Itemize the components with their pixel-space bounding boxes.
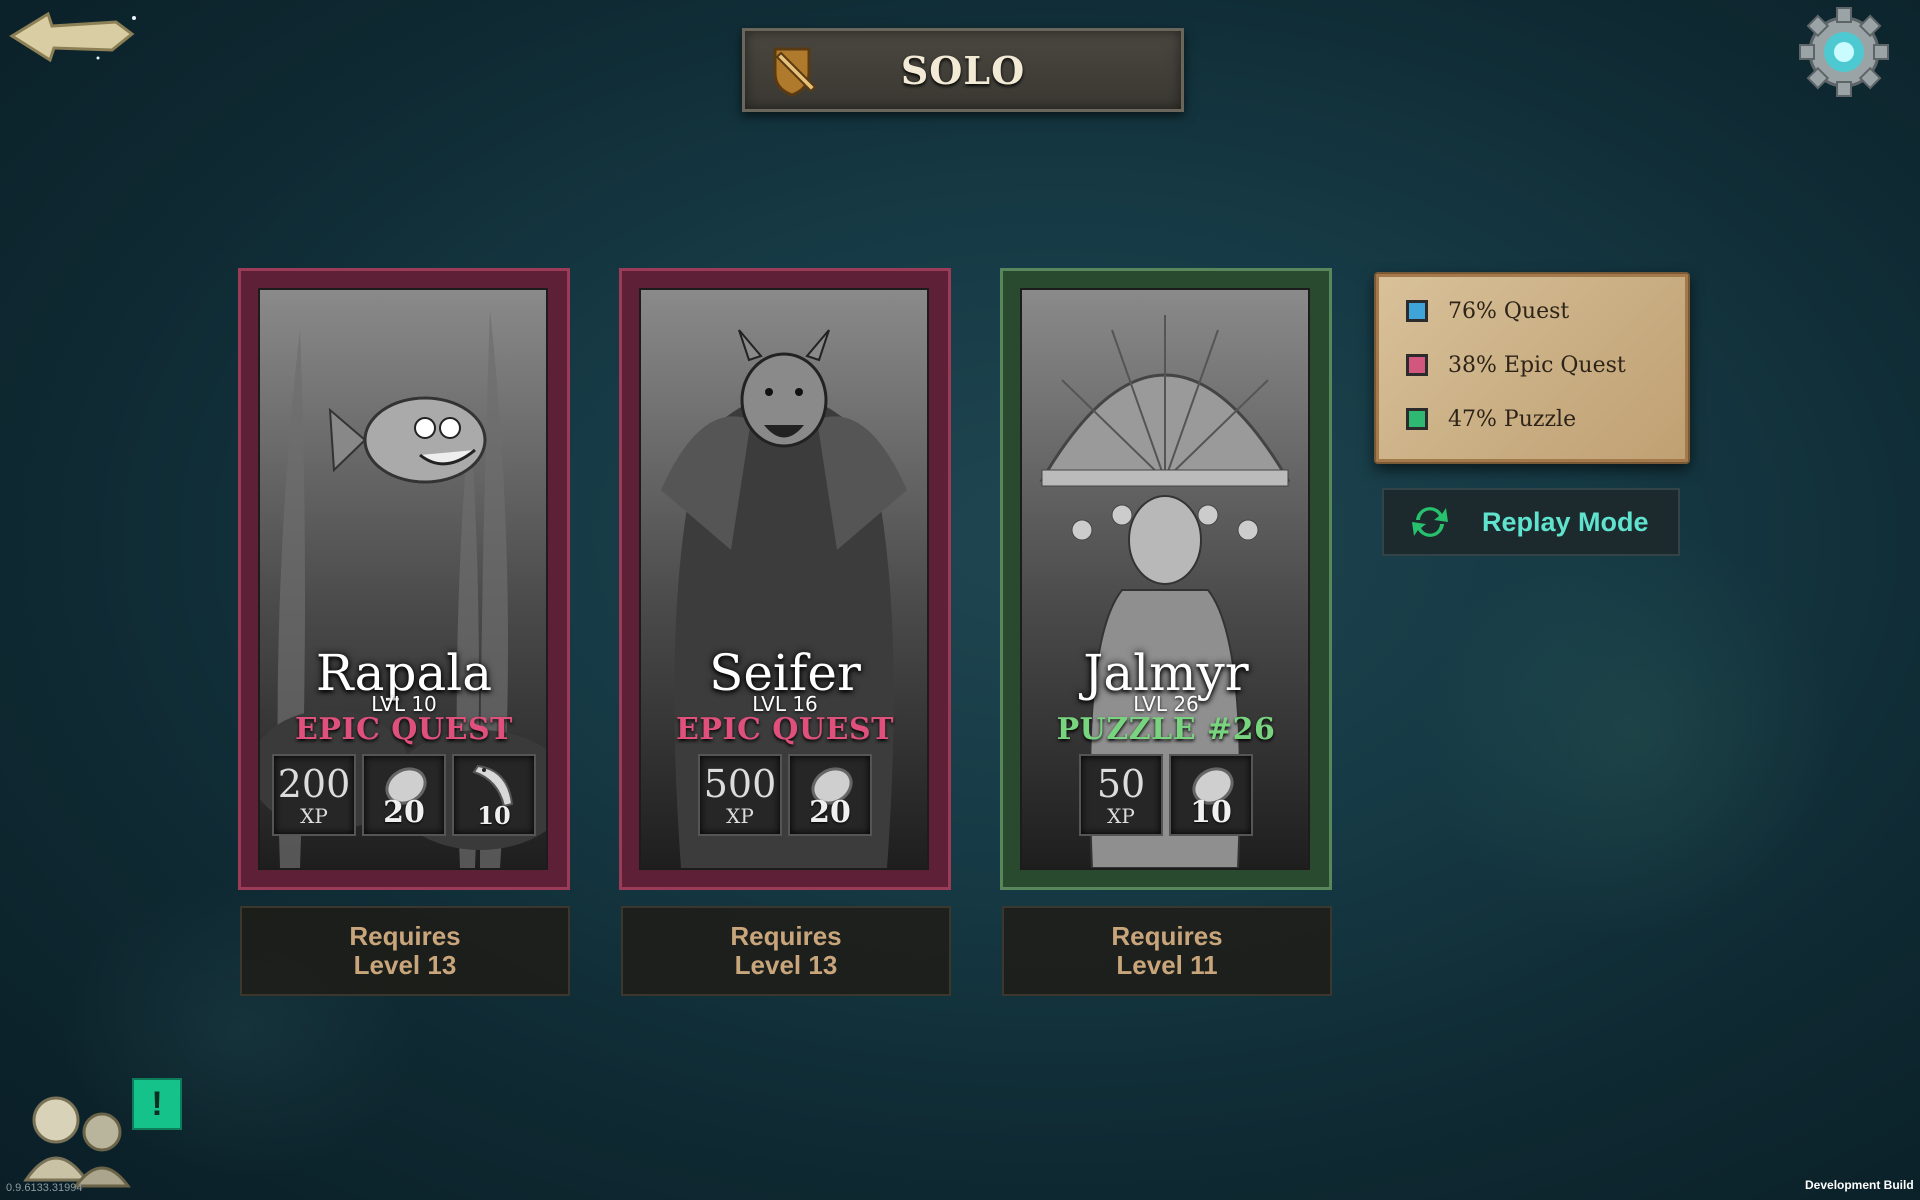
reward-list: 500 XP 20 bbox=[619, 754, 951, 836]
legend-label: 47% Puzzle bbox=[1448, 406, 1577, 432]
legend-label: 38% Epic Quest bbox=[1448, 352, 1626, 378]
xp-value: 500 bbox=[703, 762, 777, 806]
coin-reward: 10 bbox=[1169, 754, 1253, 836]
puzzle-swatch bbox=[1406, 408, 1428, 430]
requirement-plaque: Requires Level 13 bbox=[240, 906, 570, 996]
coin-value: 20 bbox=[383, 795, 425, 830]
back-button[interactable] bbox=[8, 8, 140, 64]
requirement-label: Requires bbox=[1111, 921, 1223, 951]
gear-icon bbox=[1799, 7, 1889, 97]
quest-card-rapala[interactable]: Rapala LVL 10 EPIC QUEST 200 XP 20 10 bbox=[238, 268, 570, 890]
shield-sword-icon bbox=[773, 47, 817, 97]
card-type: PUZZLE #26 bbox=[1056, 712, 1276, 747]
requirement-plaque: Requires Level 13 bbox=[621, 906, 951, 996]
requirement-level: Level 13 bbox=[353, 950, 457, 980]
legend-item-epic-quest: 38% Epic Quest bbox=[1406, 350, 1626, 380]
legend-item-quest: 76% Quest bbox=[1406, 296, 1569, 326]
settings-button[interactable] bbox=[1798, 6, 1890, 98]
version-label: 0.9.6133.31994 bbox=[6, 1182, 83, 1194]
friends-button[interactable] bbox=[10, 1080, 146, 1190]
quest-swatch bbox=[1406, 300, 1428, 322]
requirement-level: Level 13 bbox=[734, 950, 838, 980]
alert-icon: ! bbox=[151, 1084, 163, 1123]
quest-card-jalmyr[interactable]: Jalmyr LVL 26 PUZZLE #26 50 XP 10 bbox=[1000, 268, 1332, 890]
xp-unit: XP bbox=[300, 804, 328, 828]
coin-reward: 20 bbox=[362, 754, 446, 836]
xp-reward: 50 XP bbox=[1079, 754, 1163, 836]
notification-badge[interactable]: ! bbox=[132, 1078, 182, 1130]
replay-mode-label: Replay Mode bbox=[1482, 506, 1649, 537]
requirement-level: Level 11 bbox=[1116, 950, 1218, 980]
requirement-plaque: Requires Level 11 bbox=[1002, 906, 1332, 996]
reward-list: 200 XP 20 10 bbox=[238, 754, 570, 836]
xp-value: 200 bbox=[277, 762, 351, 806]
xp-reward: 500 XP bbox=[698, 754, 782, 836]
trophy-value: 10 bbox=[477, 801, 511, 830]
trophy-reward: 10 bbox=[452, 754, 536, 836]
title-banner: SOLO bbox=[742, 28, 1184, 112]
friends-icon bbox=[23, 1096, 131, 1188]
xp-unit: XP bbox=[1107, 804, 1135, 828]
coin-value: 10 bbox=[1190, 795, 1232, 830]
reward-list: 50 XP 10 bbox=[1000, 754, 1332, 836]
refresh-icon bbox=[1412, 507, 1448, 537]
requirement-label: Requires bbox=[349, 921, 461, 951]
xp-unit: XP bbox=[726, 804, 754, 828]
build-label: Development Build bbox=[1805, 1178, 1914, 1192]
page-title: SOLO bbox=[900, 47, 1026, 93]
card-type: EPIC QUEST bbox=[295, 712, 513, 747]
legend-item-puzzle: 47% Puzzle bbox=[1406, 404, 1576, 434]
coin-reward: 20 bbox=[788, 754, 872, 836]
replay-mode-button[interactable]: Replay Mode bbox=[1382, 488, 1680, 556]
quest-card-seifer[interactable]: Seifer LVL 16 EPIC QUEST 500 XP 20 bbox=[619, 268, 951, 890]
epic-quest-swatch bbox=[1406, 354, 1428, 376]
requirement-label: Requires bbox=[730, 921, 842, 951]
xp-value: 50 bbox=[1096, 762, 1146, 806]
card-type: EPIC QUEST bbox=[676, 712, 894, 747]
background-glow bbox=[1420, 520, 1840, 940]
back-arrow-icon bbox=[9, 11, 136, 63]
legend-label: 76% Quest bbox=[1448, 298, 1570, 324]
progress-legend: 76% Quest 38% Epic Quest 47% Puzzle bbox=[1374, 272, 1690, 464]
coin-value: 20 bbox=[809, 795, 851, 830]
xp-reward: 200 XP bbox=[272, 754, 356, 836]
